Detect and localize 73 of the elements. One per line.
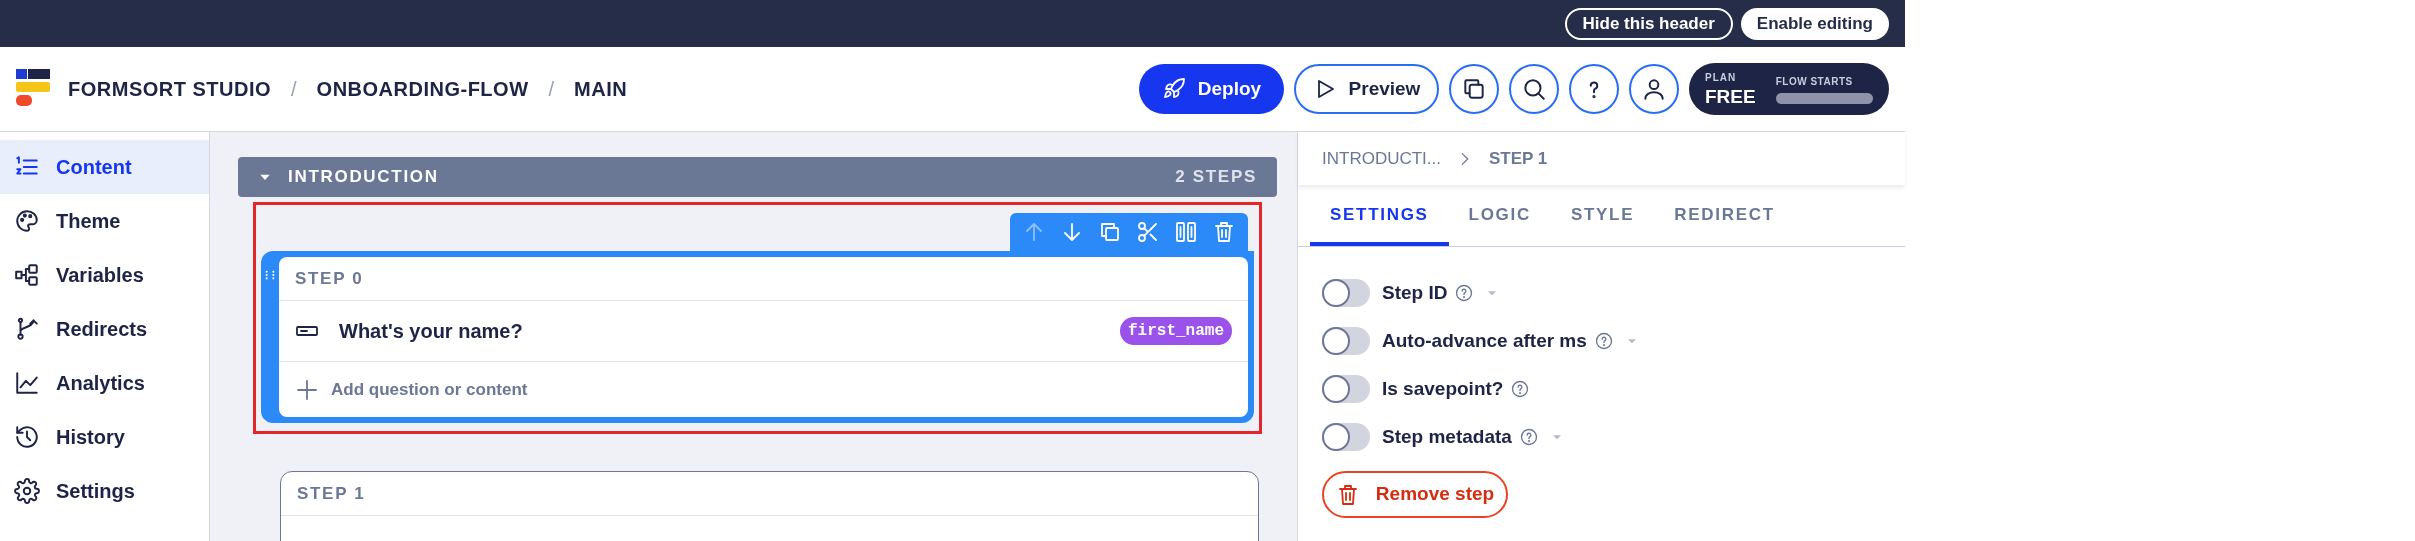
tab[interactable]: SETTINGS [1310,188,1449,246]
logo-icon [16,69,50,109]
history-icon [14,424,40,450]
search-button[interactable] [1509,64,1559,114]
user-icon [1641,76,1667,102]
copy-icon [1098,220,1122,244]
variable-tag: first_name [1120,317,1232,345]
help-icon [1455,284,1474,302]
scissors-button[interactable] [1136,220,1160,244]
delete-icon [1212,220,1236,244]
sidebar-item[interactable]: History [0,410,209,464]
preview-button[interactable]: Preview [1294,64,1439,114]
toggle-switch[interactable] [1322,375,1370,403]
branch-icon [14,316,40,342]
split-button[interactable] [1174,220,1198,244]
sidebar-item[interactable]: Analytics [0,356,209,410]
search-icon [1521,76,1547,102]
sidebar-item[interactable]: Theme [0,194,209,248]
setting-label: Step ID [1382,280,1448,305]
sidebar-item[interactable]: Content [0,140,209,194]
step-title: STEP 1 [297,482,366,505]
setting-label: Step metadata [1382,424,1512,449]
question-label[interactable]: What's your name? [339,316,523,346]
help-icon [1511,380,1530,398]
section-header[interactable]: INTRODUCTION 2 STEPS [238,157,1277,197]
help-icon [1519,428,1538,446]
plus-icon [295,377,319,402]
tab[interactable]: LOGIC [1448,188,1551,246]
help-icon [1594,332,1613,350]
enable-editing-button[interactable]: Enable editing [1740,7,1889,40]
breadcrumb-item[interactable]: ONBOARDING-FLOW [316,74,529,104]
breadcrumb-item[interactable]: FORMSORT STUDIO [68,74,272,104]
step-card[interactable]: STEP 0 What's your name? first_name Add question or content [261,251,1254,423]
scissors-icon [1136,220,1160,244]
copy-button[interactable] [1098,220,1122,244]
flow-starts-label: FLOW STARTS [1775,75,1854,89]
sidebar-item[interactable]: Variables [0,248,209,302]
nodes-icon [14,262,40,288]
breadcrumb-separator: / [291,77,297,102]
setting-label: Auto-advance after ms [1382,328,1587,353]
plan-badge[interactable]: PLAN FREE FLOW STARTS [1689,63,1889,115]
toggle-switch[interactable] [1322,423,1370,451]
plan-label: PLAN [1705,70,1738,85]
toggle-switch[interactable] [1322,279,1370,307]
breadcrumb-separator: / [548,77,555,102]
hide-header-button[interactable]: Hide this header [1564,7,1733,40]
step-count: 2 STEPS [1175,166,1257,189]
split-icon [1174,220,1198,244]
step-card[interactable]: STEP 1 [280,471,1259,541]
add-content-button[interactable]: Add question or content [279,362,544,417]
breadcrumb-item[interactable]: STEP 1 [1489,145,1548,172]
step-title: STEP 0 [295,267,364,290]
line-chart-icon [14,370,40,396]
settings-icon [14,478,40,504]
breadcrumb-item[interactable]: INTRODUCTI... [1322,145,1441,172]
plan-value: FREE [1705,84,1756,109]
deploy-button[interactable]: Deploy [1139,64,1284,114]
toggle-switch[interactable] [1322,327,1370,355]
sidebar-item[interactable]: Redirects [0,302,209,356]
delete-button[interactable] [1212,220,1236,244]
palette-icon [14,208,40,234]
copy-icon [1461,76,1487,102]
section-title: INTRODUCTION [288,166,439,189]
help-button[interactable] [1569,64,1619,114]
remove-step-button[interactable]: Remove step [1322,471,1508,518]
account-button[interactable] [1629,64,1679,114]
setting-label: Is savepoint? [1382,376,1504,401]
tab[interactable]: STYLE [1550,188,1655,246]
breadcrumb-item[interactable]: MAIN [574,74,628,104]
tab[interactable]: REDIRECT [1654,188,1795,246]
sidebar-item[interactable]: Settings [0,464,209,518]
duplicate-button[interactable] [1449,64,1499,114]
rocket-icon [1161,77,1186,101]
